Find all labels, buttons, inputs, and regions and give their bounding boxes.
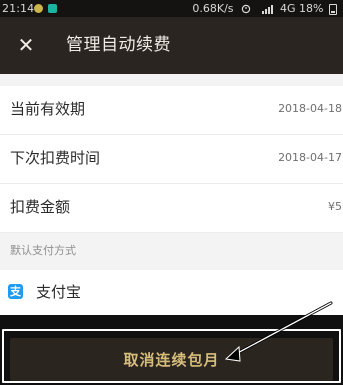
row-charge-amount: 扣费金额 ¥5 bbox=[0, 184, 343, 233]
payment-method-row[interactable]: 支 支付宝 bbox=[0, 270, 343, 315]
alipay-icon: 支 bbox=[8, 284, 23, 299]
label-current-validity: 当前有效期 bbox=[10, 100, 86, 118]
content: 当前有效期 2018-04-18 下次扣费时间 2018-04-17 扣费金额 … bbox=[0, 74, 343, 315]
battery-level: 18% bbox=[299, 2, 324, 15]
label-next-charge-date: 下次扣费时间 bbox=[10, 149, 101, 167]
default-payment-label: 默认支付方式 bbox=[10, 244, 76, 257]
app-badge-icon bbox=[48, 4, 57, 13]
value-next-charge-date: 2018-04-17 bbox=[278, 151, 342, 164]
bottom-action-area: 取消连续包月 bbox=[0, 315, 343, 385]
status-bar: 21:14 0.68K/s 4G 18% bbox=[0, 0, 343, 17]
status-time: 21:14 bbox=[2, 2, 35, 15]
network-type: 4G bbox=[280, 2, 296, 15]
payment-method-label: 支付宝 bbox=[36, 283, 82, 301]
network-speed: 0.68K/s bbox=[192, 2, 234, 15]
close-button[interactable]: ✕ bbox=[12, 31, 40, 59]
status-right: 0.68K/s 4G 18% bbox=[192, 0, 337, 17]
signal-icon bbox=[261, 5, 273, 14]
battery-icon bbox=[329, 3, 337, 15]
page-title: 管理自动续费 bbox=[66, 35, 171, 55]
label-charge-amount: 扣费金额 bbox=[10, 198, 71, 216]
cancel-subscription-button[interactable]: 取消连续包月 bbox=[10, 338, 333, 381]
value-charge-amount: ¥5 bbox=[328, 200, 342, 213]
page-header: ✕ 管理自动续费 bbox=[0, 17, 343, 74]
row-next-charge-date: 下次扣费时间 2018-04-17 bbox=[0, 135, 343, 184]
row-current-validity: 当前有效期 2018-04-18 bbox=[0, 86, 343, 135]
app-notification-icon bbox=[34, 4, 43, 13]
value-current-validity: 2018-04-18 bbox=[278, 102, 342, 115]
alarm-icon bbox=[241, 4, 251, 14]
